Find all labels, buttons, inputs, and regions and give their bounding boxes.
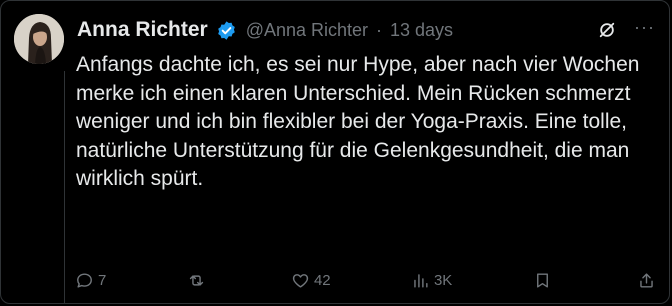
views-icon [414, 273, 428, 288]
avatar[interactable] [14, 14, 64, 64]
like-button[interactable]: 42 [291, 271, 331, 290]
post-header: Anna Richter @Anna Richter · 13 days ··· [77, 15, 655, 45]
grok-icon[interactable] [598, 21, 616, 39]
post-text: Anfangs dachte ich, es sei nur Hype, abe… [76, 53, 640, 190]
more-icon[interactable]: ··· [634, 17, 655, 38]
reply-count: 7 [98, 271, 107, 289]
share-button[interactable] [637, 271, 661, 290]
action-bar: 7 42 3K [75, 267, 661, 293]
bookmark-icon [536, 272, 548, 288]
reply-button[interactable]: 7 [75, 271, 106, 290]
thread-line [64, 71, 65, 303]
views-count: 3K [433, 271, 453, 289]
reply-icon [77, 272, 92, 288]
author-name[interactable]: Anna Richter [77, 18, 208, 42]
repost-button[interactable] [187, 271, 211, 290]
like-count: 42 [313, 271, 331, 289]
verified-badge-icon [216, 20, 237, 41]
author-handle[interactable]: @Anna Richter [246, 20, 368, 41]
tweet-card[interactable]: Anna Richter @Anna Richter · 13 days ···… [0, 0, 670, 304]
bookmark-button[interactable] [533, 271, 557, 290]
post-timestamp[interactable]: 13 days [390, 20, 453, 41]
repost-icon [189, 274, 203, 286]
views-button[interactable]: 3K [411, 271, 452, 290]
avatar-image [14, 14, 64, 64]
share-icon [640, 272, 653, 288]
heart-icon [292, 273, 309, 288]
separator-dot: · [376, 19, 383, 40]
